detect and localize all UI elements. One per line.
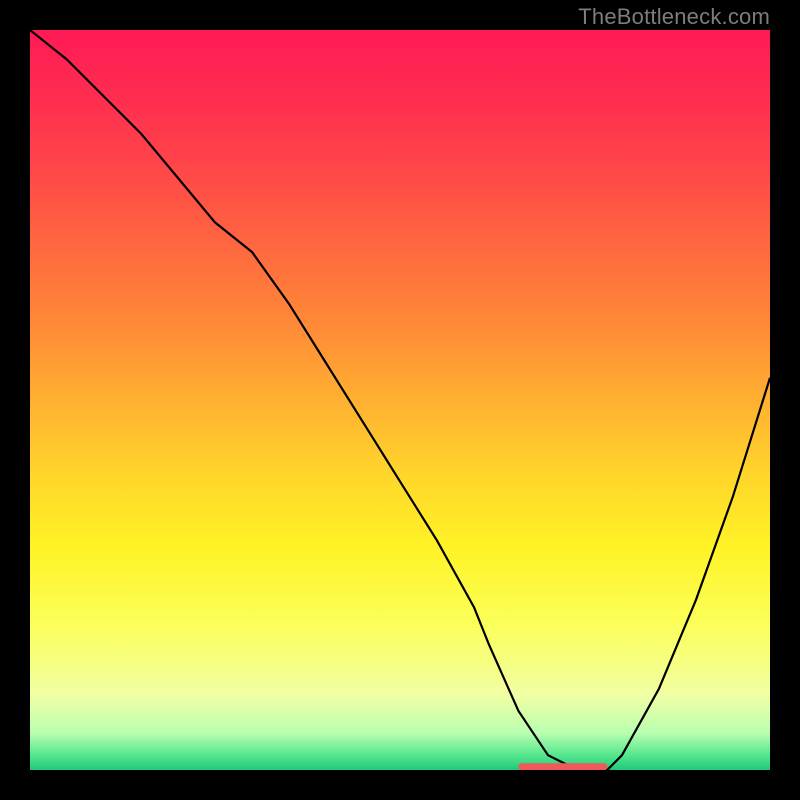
watermark-label: TheBottleneck.com	[578, 4, 770, 30]
gradient-background	[30, 30, 770, 770]
chart-frame	[30, 30, 770, 770]
optimal-range-marker	[518, 763, 607, 770]
bottleneck-chart	[30, 30, 770, 770]
